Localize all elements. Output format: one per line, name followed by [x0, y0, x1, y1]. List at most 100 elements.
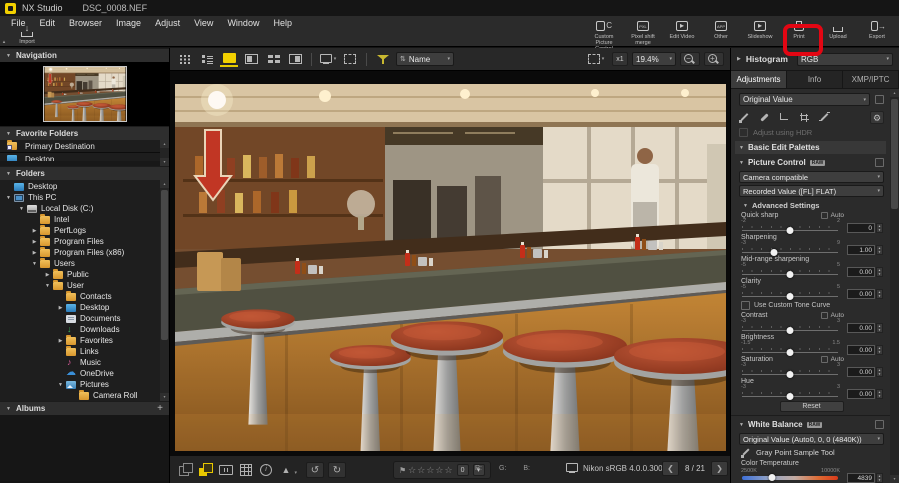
tree-item[interactable]: ▼ Local Disk (C:) — [0, 203, 169, 214]
auto-checkbox[interactable]: Auto — [820, 356, 844, 363]
slider-track[interactable] — [742, 226, 838, 234]
label-flag-icon[interactable]: ⚑ — [399, 466, 406, 475]
star-icon[interactable]: ☆ — [408, 465, 416, 475]
menu-item[interactable]: Adjust — [148, 18, 187, 28]
adjustment-tool-icon[interactable] — [759, 112, 770, 123]
status-toggle-button[interactable] — [238, 462, 254, 478]
preset-dropdown[interactable]: Original Value ▾ — [739, 93, 870, 106]
toolbar-collapse-handle[interactable]: ▴ — [0, 38, 8, 47]
picture-control-checkbox[interactable] — [875, 158, 884, 167]
color-temperature-value-box[interactable]: 4839 — [847, 473, 875, 483]
status-toggle-button[interactable] — [178, 462, 194, 478]
expand-arrow[interactable]: ▶ — [56, 305, 65, 311]
slider-track[interactable] — [742, 248, 838, 256]
tone-curve-checkbox[interactable] — [741, 301, 750, 310]
slider-stepper[interactable]: ▴ ▾ — [876, 367, 883, 377]
color-temperature-stepper[interactable]: ▴ ▾ — [876, 473, 883, 483]
favorite-folders-header[interactable]: ▼ Favorite Folders — [0, 126, 169, 140]
expand-arrow[interactable]: ▼ — [56, 382, 65, 388]
slider-handle[interactable] — [770, 249, 778, 256]
filter-button[interactable] — [374, 51, 392, 67]
tree-item[interactable]: ▼ This PC — [0, 192, 169, 203]
preset-checkbox[interactable] — [875, 95, 884, 104]
adjustment-tool-icon[interactable] — [779, 112, 790, 123]
scrollbar-thumb[interactable] — [891, 99, 898, 209]
slider-handle[interactable] — [786, 371, 794, 378]
tree-item[interactable]: ▼ Users — [0, 257, 169, 269]
navigation-thumbnail[interactable] — [42, 66, 127, 122]
folders-header[interactable]: ▼ Folders — [0, 166, 169, 180]
adjustment-tool-icon[interactable] — [739, 112, 750, 123]
slider-track[interactable] — [742, 370, 838, 378]
slider-track[interactable] — [742, 270, 838, 278]
tree-item[interactable]: ▶ Public — [0, 268, 169, 280]
slider-handle[interactable] — [786, 293, 794, 300]
scroll-down-icon[interactable]: ▾ — [890, 475, 899, 483]
slider-handle[interactable] — [786, 393, 794, 400]
slider-stepper[interactable]: ▴ ▾ — [876, 245, 883, 255]
tree-item[interactable]: Contacts — [0, 290, 169, 302]
star-icon[interactable]: ☆ — [426, 465, 434, 475]
panel-tab[interactable]: Info — [787, 71, 843, 88]
tree-item[interactable]: ▶ Desktop — [0, 302, 169, 313]
tree-item[interactable]: Music — [0, 357, 169, 368]
slider-track[interactable] — [742, 348, 838, 356]
hdr-checkbox[interactable] — [739, 127, 748, 137]
zoom-in-button[interactable]: + — [704, 52, 724, 66]
star-icon[interactable]: ☆ — [435, 465, 443, 475]
tree-item[interactable]: ▶ Program Files (x86) — [0, 246, 169, 258]
slider-track[interactable] — [742, 292, 838, 300]
albums-header[interactable]: ▼ Albums + — [0, 401, 169, 415]
expand-arrow[interactable]: ▶ — [30, 228, 39, 234]
basic-edit-palettes-header[interactable]: ▼ Basic Edit Palettes — [735, 141, 886, 154]
panel-tab[interactable]: XMP/IPTC — [843, 71, 899, 88]
panel-tab[interactable]: Adjustments — [731, 71, 787, 88]
panel-scrollbar[interactable]: ▴ ▾ — [890, 89, 899, 483]
slider-handle[interactable] — [786, 349, 794, 356]
next-image-button[interactable]: ❯ — [711, 461, 728, 476]
rotate-ccw-button[interactable] — [306, 462, 324, 478]
add-album-button[interactable]: + — [157, 403, 163, 414]
tree-item[interactable]: Intel — [0, 213, 169, 225]
zoom-out-button[interactable]: − — [680, 52, 700, 66]
favorite-folder-item[interactable]: Primary Destination — [0, 140, 169, 153]
slider-handle[interactable] — [786, 227, 794, 234]
star-icon[interactable]: ☆ — [444, 465, 452, 475]
slider-track[interactable] — [742, 326, 838, 334]
status-toggle-button[interactable] — [278, 462, 297, 478]
reset-button[interactable]: Reset — [779, 400, 844, 412]
tree-item[interactable]: Documents — [0, 313, 169, 324]
tree-item[interactable]: Links — [0, 345, 169, 357]
gray-point-row[interactable]: Gray Point Sample Tool — [739, 446, 884, 459]
slider-handle[interactable] — [768, 474, 776, 481]
menu-item[interactable]: Help — [266, 18, 299, 28]
view-mode-button[interactable] — [286, 51, 304, 67]
slider-value-box[interactable]: 0.00 — [847, 367, 875, 377]
folders-scrollbar[interactable]: ▴ ▾ — [160, 180, 169, 401]
view-mode-button[interactable] — [176, 51, 194, 67]
slider-value-box[interactable]: 0.00 — [847, 323, 875, 333]
full-screen-button[interactable] — [341, 51, 359, 67]
menu-item[interactable]: Browser — [62, 18, 109, 28]
adjustment-tool-icon[interactable] — [799, 112, 810, 123]
slider-value-box[interactable]: 1.00 — [847, 245, 875, 255]
status-toggle-button[interactable] — [258, 462, 274, 478]
previous-image-button[interactable]: ❮ — [661, 461, 679, 476]
scroll-up-icon[interactable]: ▴ — [160, 140, 169, 148]
expand-arrow[interactable]: ▶ — [43, 272, 52, 278]
view-mode-button[interactable] — [220, 51, 238, 67]
favorites-scrollbar[interactable]: ▴ ▾ — [160, 140, 169, 166]
expand-arrow[interactable]: ▼ — [4, 195, 13, 201]
adjustment-tool-icon[interactable] — [819, 112, 830, 123]
tree-item[interactable]: Desktop — [0, 181, 169, 192]
label-value-button[interactable]: 0 — [456, 464, 469, 476]
picture-control-header[interactable]: ▼ Picture Control RAW — [739, 156, 884, 169]
expand-arrow[interactable]: ▶ — [30, 239, 39, 245]
slider-stepper[interactable]: ▴ ▾ — [876, 389, 883, 399]
tree-item[interactable]: ▶ PerfLogs — [0, 224, 169, 236]
slider-track[interactable] — [742, 392, 838, 400]
slider-stepper[interactable]: ▴ ▾ — [876, 345, 883, 355]
tree-item[interactable]: OneDrive — [0, 367, 169, 379]
tree-item[interactable]: ▼ User — [0, 279, 169, 291]
auto-checkbox[interactable]: Auto — [820, 212, 844, 219]
